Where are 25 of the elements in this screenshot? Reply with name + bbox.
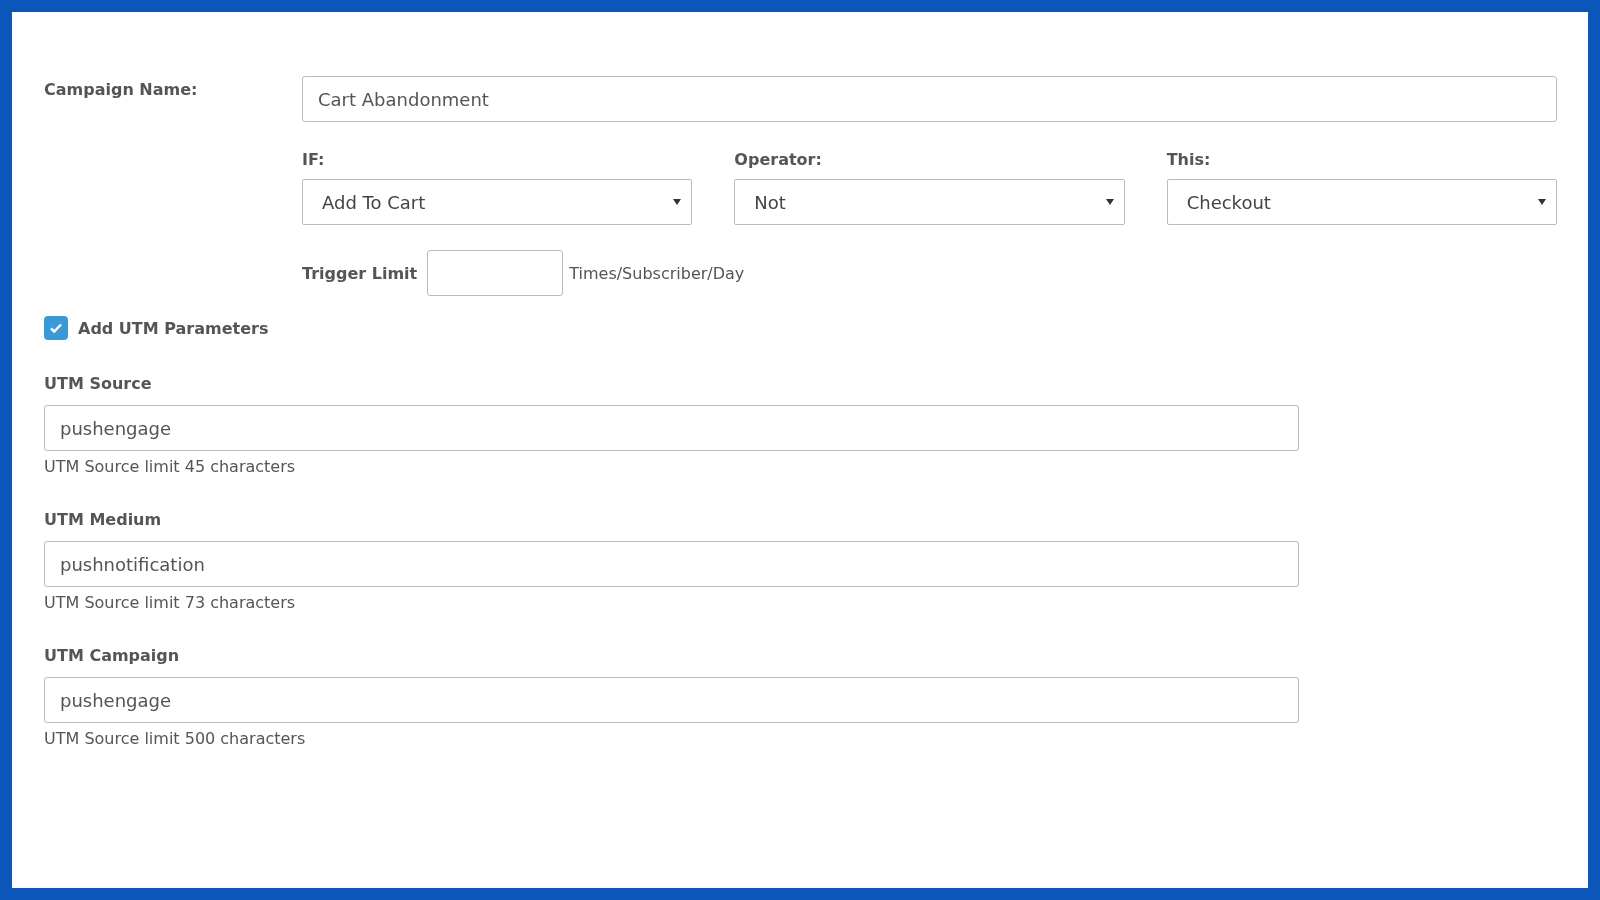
utm-field[interactable]: pushengage (44, 405, 1299, 451)
caret-icon (1538, 199, 1546, 205)
condition-dropdown[interactable]: Checkout (1166, 179, 1557, 225)
utm-label: UTM Medium (44, 510, 163, 529)
utm-label: UTM Campaign (44, 646, 181, 665)
condition-label: Operator: (734, 150, 823, 169)
utm-field[interactable]: pushnotification (44, 541, 1299, 587)
campaign-name-field[interactable]: Cart Abandonment (302, 76, 1557, 122)
checkbox-label: Add UTM Parameters (78, 318, 269, 338)
condition-dropdown[interactable]: Not (734, 179, 1125, 225)
trigger-limit-unit: Times/Subscriber/Day (569, 263, 745, 283)
utm-field[interactable]: pushengage (44, 677, 1299, 723)
trigger-limit-label: Trigger Limit (302, 263, 418, 283)
field-hint: UTM Source limit 73 characters (44, 593, 297, 612)
utm-label: UTM Source (44, 374, 153, 393)
caret-icon (673, 199, 682, 205)
trigger-limit-field[interactable] (427, 250, 564, 296)
caret-icon (1105, 199, 1114, 205)
condition-dropdown[interactable]: Add To Cart (302, 179, 693, 225)
condition-label: This: (1166, 150, 1212, 169)
field-hint: UTM Source limit 500 characters (44, 729, 307, 748)
field-hint: UTM Source limit 45 characters (44, 457, 297, 476)
condition-label: IF: (302, 150, 326, 169)
campaign-name-label: Campaign Name: (44, 79, 199, 99)
checkbox[interactable] (44, 316, 68, 340)
